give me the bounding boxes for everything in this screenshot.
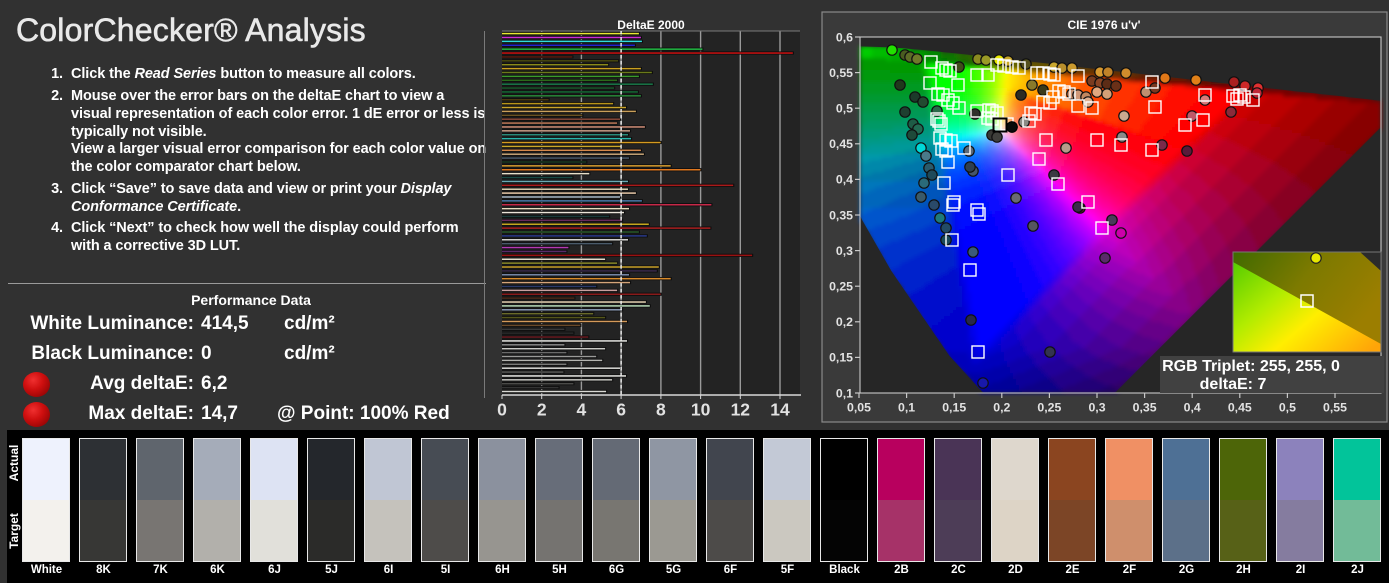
svg-text:8: 8 [656,400,666,420]
svg-text:12: 12 [731,400,751,420]
svg-text:deltaE: 7: deltaE: 7 [1200,376,1267,393]
svg-text:0,15: 0,15 [942,401,966,415]
svg-text:0,45: 0,45 [1228,401,1252,415]
svg-text:0,35: 0,35 [1133,401,1157,415]
svg-text:2: 2 [537,400,547,420]
svg-text:0,5: 0,5 [836,102,853,116]
svg-text:0,4: 0,4 [1184,401,1201,415]
svg-text:0,5: 0,5 [1279,401,1296,415]
svg-text:14: 14 [770,400,790,420]
svg-text:0,25: 0,25 [829,280,853,294]
svg-text:0,55: 0,55 [829,66,853,80]
svg-text:0,55: 0,55 [1323,401,1347,415]
svg-text:0,25: 0,25 [1037,401,1061,415]
svg-text:0,3: 0,3 [1088,401,1105,415]
svg-text:0,1: 0,1 [898,401,915,415]
svg-text:RGB Triplet: 255, 255, 0: RGB Triplet: 255, 255, 0 [1162,358,1340,375]
svg-text:CIE 1976 u'v': CIE 1976 u'v' [1067,18,1140,32]
svg-text:0,35: 0,35 [829,208,853,222]
svg-text:0,2: 0,2 [993,401,1010,415]
svg-text:0,2: 0,2 [836,315,853,329]
svg-text:0,4: 0,4 [836,173,853,187]
svg-text:0,6: 0,6 [836,30,853,44]
svg-text:0: 0 [497,400,507,420]
svg-text:0,45: 0,45 [829,137,853,151]
svg-text:4: 4 [577,400,587,420]
svg-text:0,1: 0,1 [836,386,853,400]
svg-text:0,3: 0,3 [836,244,853,258]
svg-text:DeltaE 2000: DeltaE 2000 [617,18,685,32]
svg-text:0,05: 0,05 [847,401,871,415]
svg-text:6: 6 [616,400,626,420]
svg-text:10: 10 [691,400,711,420]
svg-text:0,15: 0,15 [829,351,853,365]
